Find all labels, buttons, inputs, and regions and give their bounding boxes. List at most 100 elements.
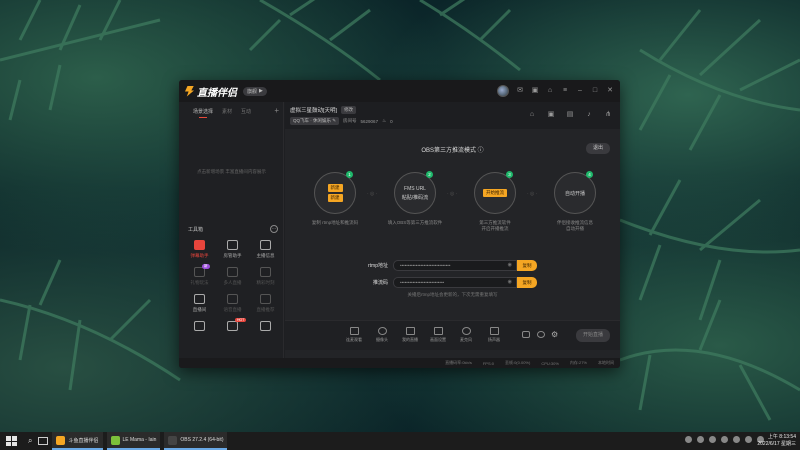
tool-item[interactable]: 多人直播 <box>216 267 249 286</box>
tab-scenes[interactable]: 场景选择 <box>193 108 213 118</box>
close-icon[interactable]: ✕ <box>606 87 614 95</box>
tray-app-icon[interactable] <box>685 436 692 443</box>
step-caption-line: 复制 rtmp地址和推流码 <box>311 220 359 225</box>
search-icon[interactable]: ⌕ <box>28 436 32 446</box>
task-icon[interactable]: ▤ <box>566 111 574 119</box>
tray-app-icon[interactable] <box>709 436 716 443</box>
taskbar-app-button[interactable]: OBS 27.2.4 (64-bit) <box>164 432 228 450</box>
shirt-icon[interactable]: ⌂ <box>546 87 554 95</box>
stream-key-row: 推流码 •••••••••••••••••••••••••••• ◉ 复制 <box>355 276 555 288</box>
tab-assets[interactable]: 素材 <box>222 108 232 118</box>
taskbar-app-label: LE Mama - Iain <box>122 437 157 443</box>
add-scene-icon[interactable]: + <box>274 106 279 115</box>
toolbar-item-my-live[interactable]: 我的直播 <box>399 327 421 343</box>
room-title[interactable]: 虚拟三星鼓动[天明] <box>290 106 337 114</box>
gift-box-icon[interactable]: ▣ <box>547 111 555 119</box>
tool-item[interactable] <box>249 321 282 334</box>
taskbar-app-label: 斗鱼直播伴侣 <box>68 437 99 444</box>
message-icon[interactable]: ✉ <box>516 87 524 95</box>
tool-item[interactable]: 主播信息 <box>249 240 282 259</box>
step-caption-line: 开启开播推流 <box>481 226 509 231</box>
edit-title-button[interactable]: 修改 <box>341 106 357 114</box>
tool-item[interactable] <box>183 321 216 334</box>
version-badge[interactable]: 旗舰 ▶ <box>243 86 267 96</box>
app-logo: 直播伴侣 <box>185 84 237 99</box>
toolbar-item-microphone[interactable]: 麦克风 <box>455 327 477 343</box>
status-item: 本地时间 <box>598 360 614 365</box>
setup-step: 1 新建 新建复制 rtmp地址和推流码 <box>305 171 365 226</box>
heat-icon: ♨ <box>382 118 387 123</box>
tool-item[interactable]: 弹幕助手 <box>183 240 216 259</box>
status-item: 内存:27% <box>569 360 587 365</box>
copy-rtmp-button[interactable]: 复制 <box>517 259 537 271</box>
start-live-button[interactable]: 开始直播 <box>576 329 610 342</box>
toolbar-item-display[interactable]: 画面设置 <box>427 327 449 343</box>
step-circle: 1 新建 新建 <box>314 171 356 214</box>
left-panel: 场景选择 素材 互动 + 点击新增场景 丰富直播间内容展示 工具箱 ··· 弹幕… <box>179 102 284 368</box>
edit-pencil-icon: ✎ <box>332 118 337 123</box>
tool-item[interactable]: 精彩时刻 <box>249 267 282 286</box>
record-icon[interactable] <box>522 331 530 338</box>
rtmp-label: rtmp地址 <box>367 262 388 269</box>
toolbar-item-speaker[interactable]: 扬声器 <box>483 327 505 343</box>
menu-icon[interactable]: ≡ <box>561 87 569 95</box>
tab-interaction[interactable]: 互动 <box>241 108 251 118</box>
shop-icon[interactable]: ⌂ <box>528 111 536 119</box>
room-category-text: QQ飞车 · 休闲娱乐 <box>293 118 331 123</box>
tool-label: 主播信息 <box>256 253 275 258</box>
bell-icon[interactable]: ♪ <box>585 111 593 119</box>
toolbar-item-link-mic[interactable]: 连麦观看 <box>343 327 365 343</box>
task-view-icon[interactable] <box>38 437 49 445</box>
eye-icon[interactable]: ◉ <box>508 261 512 270</box>
help-icon[interactable]: ⓘ <box>478 148 484 154</box>
settings-gear-icon[interactable]: ⚙ <box>551 330 558 339</box>
room-category[interactable]: QQ飞车 · 休闲娱乐 ✎ <box>290 117 340 125</box>
taskbar-app-button[interactable]: 斗鱼直播伴侣 <box>52 432 103 450</box>
status-item: CPU:30% <box>541 360 559 366</box>
main-panel: 虚拟三星鼓动[天明] 修改 QQ飞车 · 休闲娱乐 ✎ 房间号 5629067 … <box>285 102 620 358</box>
exit-obs-mode-button[interactable]: 退出 <box>586 143 610 154</box>
tool-item[interactable]: 语音直播 <box>216 294 249 313</box>
share-icon[interactable]: ⋔ <box>604 111 612 119</box>
taskbar-clock[interactable]: 上午 8:13:54 2022/6/17 星期三 <box>757 434 796 448</box>
tool-item[interactable]: 直播推荐 <box>249 294 282 313</box>
tray-app-icon[interactable] <box>697 436 704 443</box>
tool-label: 直播推荐 <box>256 307 275 312</box>
step-text: 粘贴/推码流 <box>401 194 429 201</box>
tray-app-icon[interactable] <box>721 436 728 443</box>
gift-icon[interactable]: ▣ <box>531 87 539 95</box>
volume-icon[interactable] <box>745 436 752 443</box>
toolbox-grid: 弹幕助手 房管助手 主播信息礼物玩法 新多人直播 精彩时刻直播间 语音直播 直播推荐 HOT <box>183 240 283 334</box>
status-item: FPS:0 <box>482 360 494 366</box>
toolbar-item-camera[interactable]: 摄像头 <box>371 327 393 343</box>
minimize-icon[interactable]: – <box>576 87 584 95</box>
windows-start-icon[interactable] <box>4 434 18 448</box>
eye-preview-icon[interactable] <box>537 331 545 338</box>
tool-badge: 新 <box>202 264 210 269</box>
tool-icon <box>227 240 238 250</box>
clock-time: 上午 8:13:54 <box>767 434 796 440</box>
step-caption-line: 填入OBS等第三方推流软件 <box>387 220 443 225</box>
step-circle: 3 开始推流 <box>474 171 516 214</box>
tool-item[interactable]: 礼物玩法 新 <box>183 264 216 286</box>
more-tools-icon[interactable]: ··· <box>270 225 278 233</box>
rtmp-input[interactable]: •••••••••••••••••••••••••••••••• ◉ <box>393 259 517 271</box>
maximize-icon[interactable]: □ <box>591 87 599 95</box>
tool-item[interactable]: 房管助手 <box>216 240 249 259</box>
tool-icon <box>260 240 271 250</box>
tool-label: 精彩时刻 <box>256 280 275 285</box>
eye-icon[interactable]: ◉ <box>508 278 512 287</box>
user-avatar[interactable] <box>497 85 509 97</box>
status-item: 丢帧:0(0.00%) <box>504 360 531 365</box>
tool-icon <box>194 321 205 331</box>
app-name: 直播伴侣 <box>197 87 237 99</box>
tool-item[interactable]: 直播间 <box>183 294 216 313</box>
camera-icon <box>377 327 387 335</box>
tool-item[interactable]: HOT <box>216 318 249 334</box>
stream-key-input[interactable]: •••••••••••••••••••••••••••• ◉ <box>393 276 517 288</box>
step-caption-line: 自动开播 <box>566 226 584 231</box>
network-icon[interactable] <box>733 436 740 443</box>
toolbox-header: 工具箱 ··· <box>188 225 278 233</box>
copy-stream-key-button[interactable]: 复制 <box>517 276 537 288</box>
taskbar-app-button[interactable]: LE Mama - Iain <box>106 432 161 450</box>
